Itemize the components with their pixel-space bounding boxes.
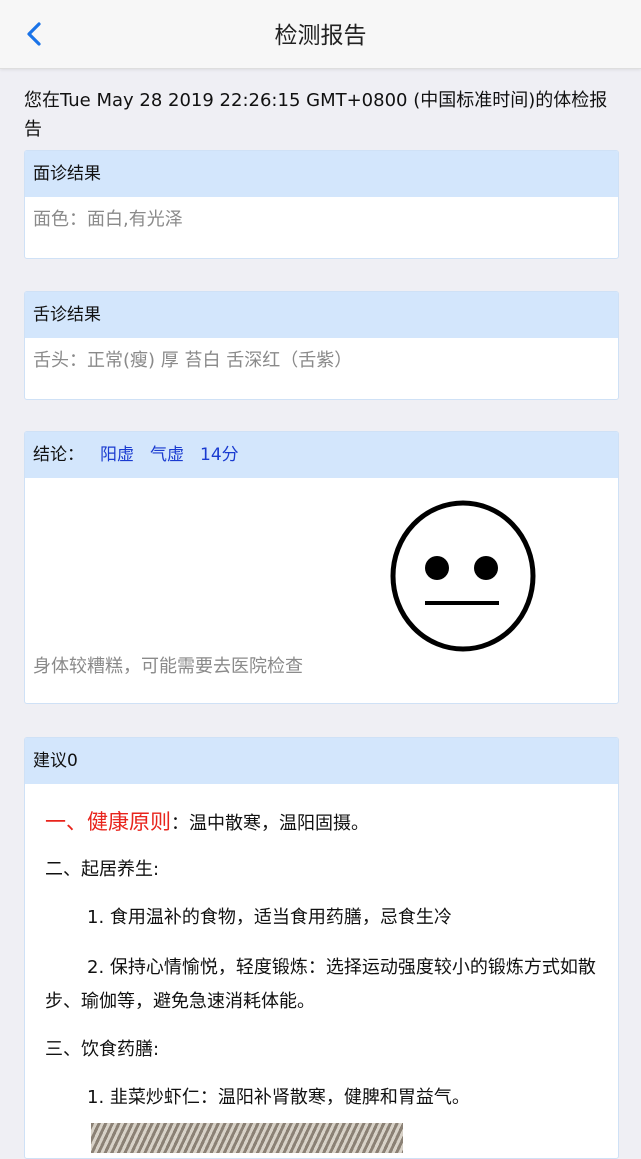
- conclusion-header: 结论： 阳虚 气虚 14分: [25, 432, 618, 478]
- diet-title: 三、饮食药膳:: [45, 1039, 160, 1060]
- tongue-diagnosis-card: 舌诊结果 舌头：正常(瘦) 厚 苔白 舌深红（舌紫）: [24, 291, 619, 400]
- tongue-diagnosis-result: 舌头：正常(瘦) 厚 苔白 舌深红（舌紫）: [33, 350, 353, 371]
- food-image: [91, 1123, 403, 1153]
- page-title: 检测报告: [274, 23, 367, 49]
- health-principle: 一、健康原则：温中散寒，温阳固摄。: [45, 806, 598, 840]
- health-principle-title: 一、健康原则: [45, 810, 171, 834]
- face-diagnosis-card: 面诊结果 面色：面白,有光泽: [24, 150, 619, 259]
- advice-content: 一、健康原则：温中散寒，温阳固摄。 二、起居养生: 1. 食用温补的食物，适当食…: [31, 790, 612, 1158]
- conclusion-label: 结论：: [33, 445, 84, 465]
- advice-card: 建议0 一、健康原则：温中散寒，温阳固摄。 二、起居养生: 1. 食用温补的食物…: [24, 737, 619, 1159]
- nav-bar: 检测报告: [0, 0, 641, 69]
- diet-item-1: 1. 韭菜炒虾仁：温阳补肾散寒，健脾和胃益气。: [87, 1087, 470, 1108]
- tongue-diagnosis-header: 舌诊结果: [25, 292, 618, 338]
- conclusion-card: 结论： 阳虚 气虚 14分 身体较糟糕，可能需要去医院检查: [24, 431, 619, 704]
- living-item-2: 2. 保持心情愉悦，轻度锻炼：选择运动强度较小的锻炼方式如散步、瑜伽等，避免急速…: [45, 957, 596, 1012]
- report-intro: 您在Tue May 28 2019 22:26:15 GMT+0800 (中国标…: [24, 90, 608, 140]
- conclusion-score: 14分: [200, 445, 239, 465]
- face-diagnosis-result: 面色：面白,有光泽: [33, 209, 183, 230]
- advice-header: 建议0: [25, 738, 618, 784]
- living-item-1: 1. 食用温补的食物，适当食用药膳，忌食生冷: [87, 907, 452, 928]
- living-title: 二、起居养生:: [45, 859, 160, 880]
- conclusion-text: 身体较糟糕，可能需要去医院检查: [33, 656, 303, 677]
- face-diagnosis-header: 面诊结果: [25, 151, 618, 197]
- neutral-face-icon: [390, 500, 536, 652]
- conclusion-tag: 阳虚: [100, 445, 134, 465]
- conclusion-tag: 气虚: [150, 445, 184, 465]
- health-principle-text: ：温中散寒，温阳固摄。: [171, 813, 369, 834]
